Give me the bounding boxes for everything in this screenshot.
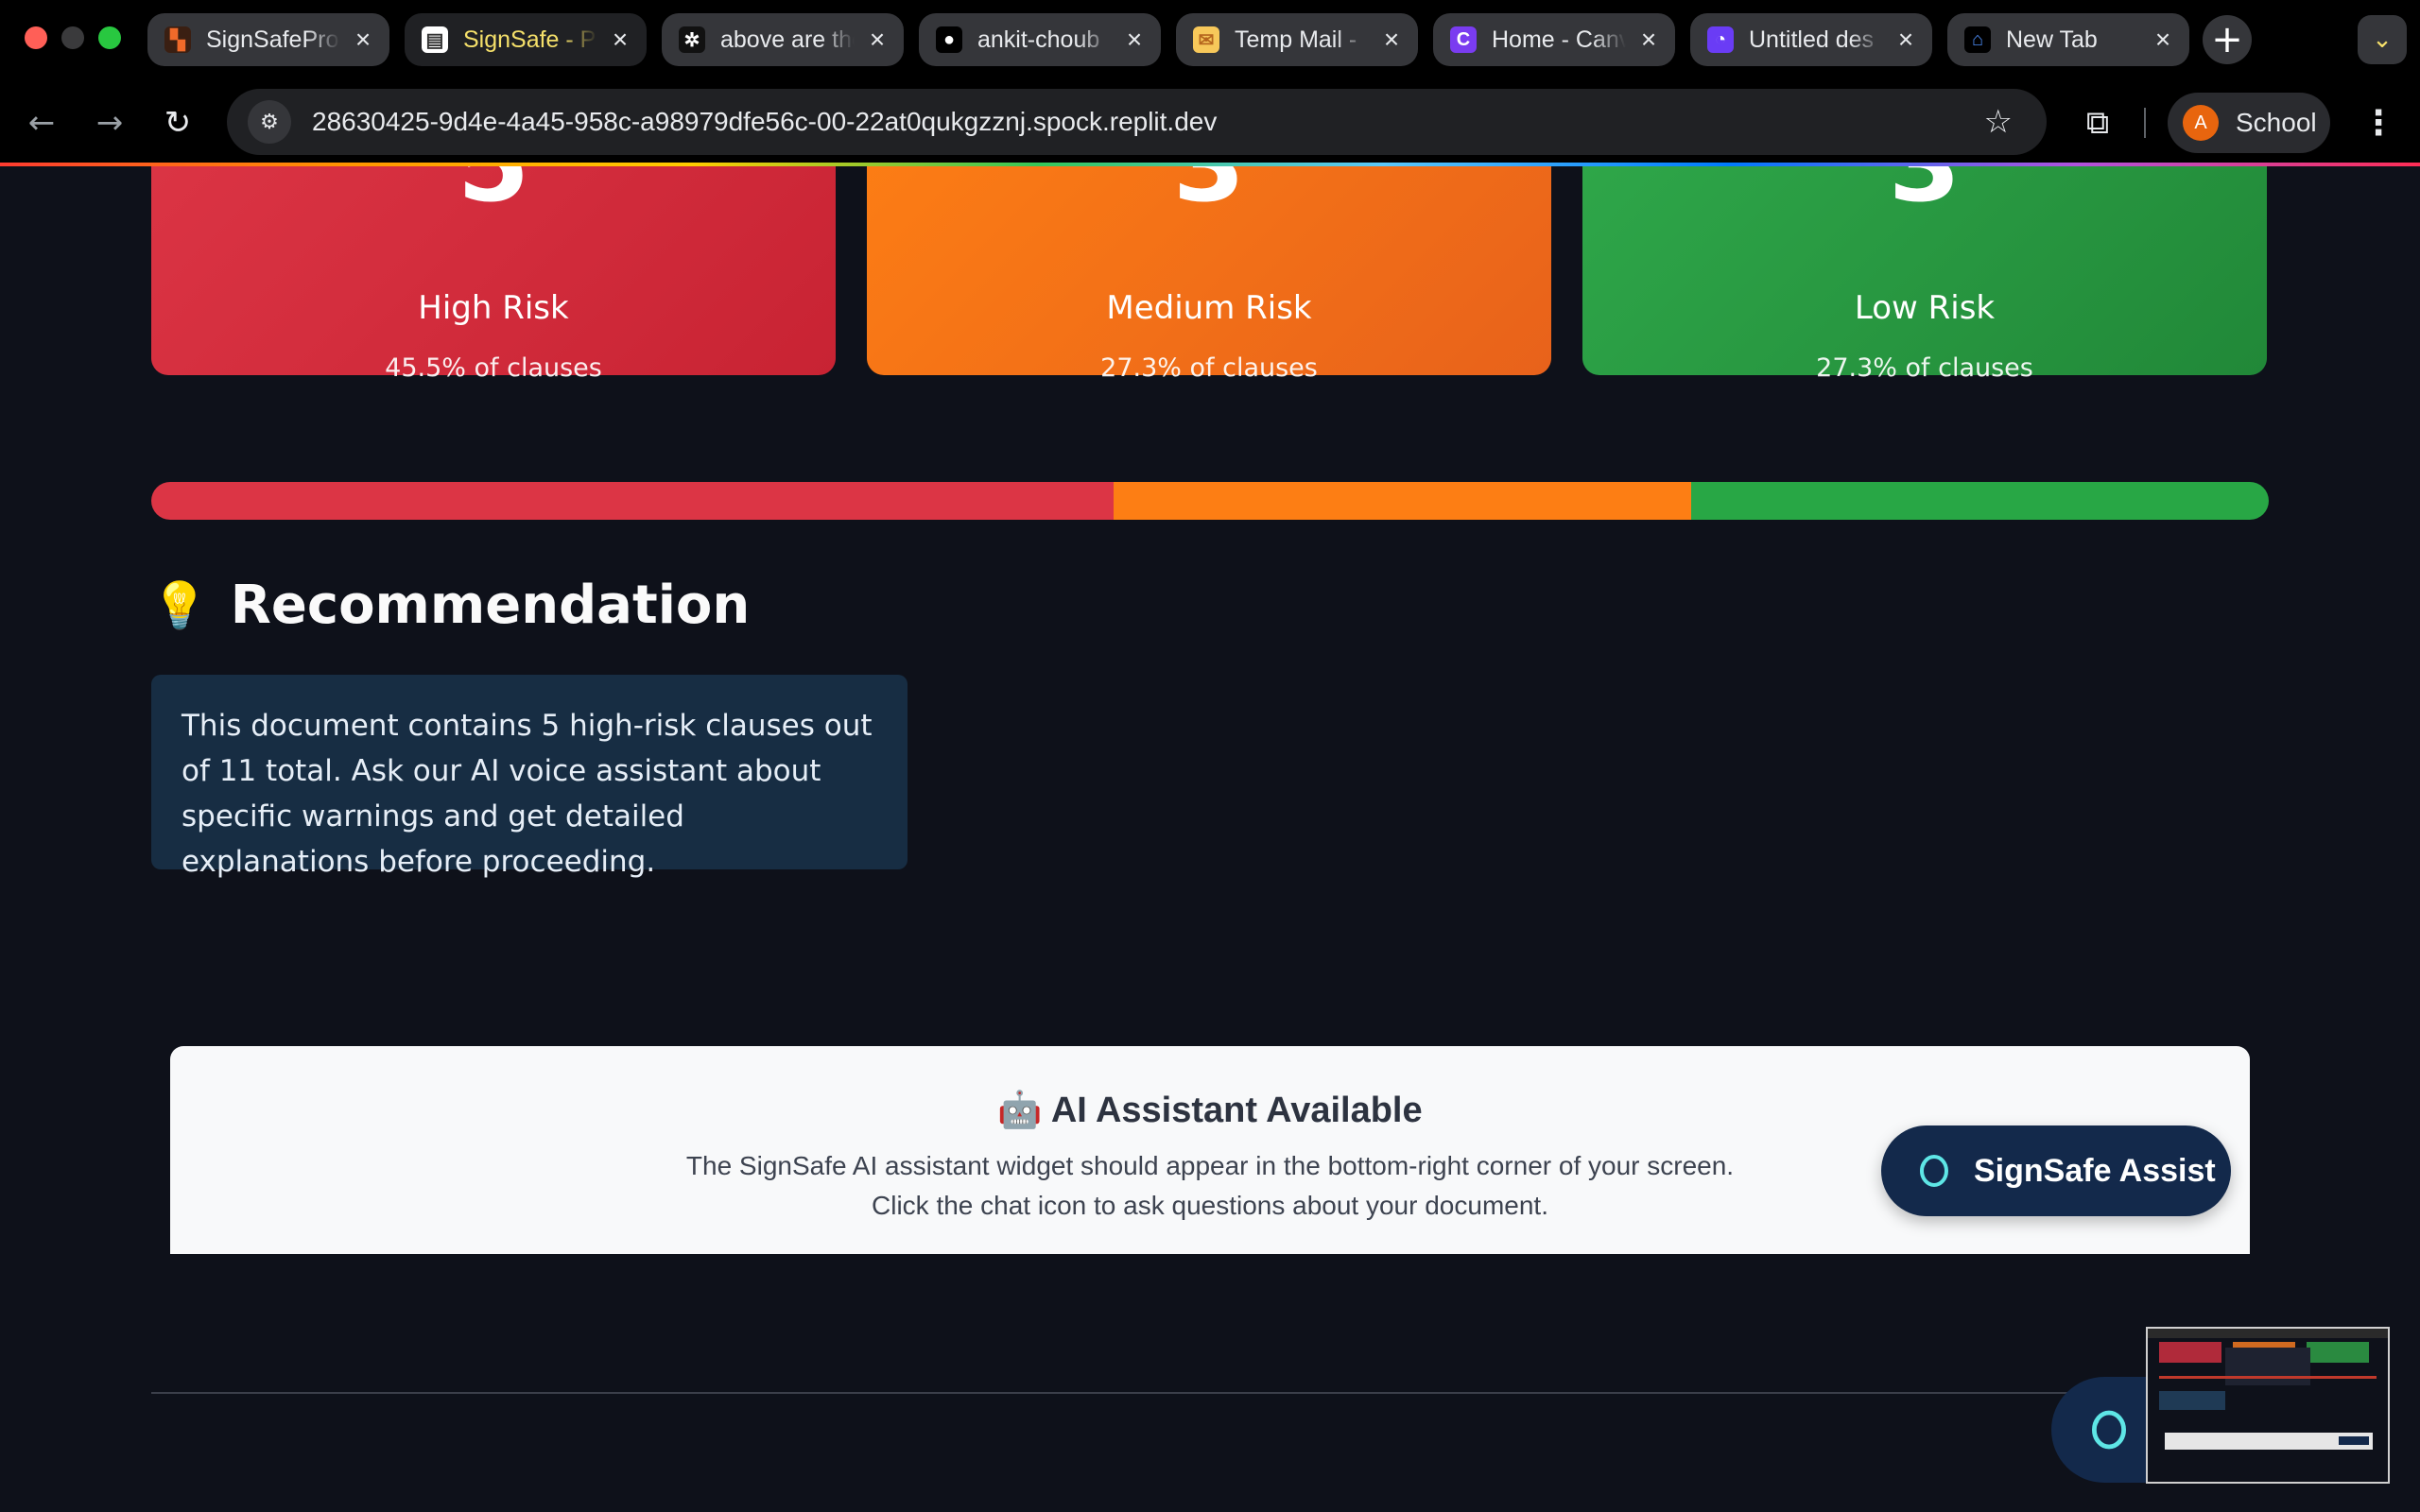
risk-distribution-bar: [151, 482, 2269, 520]
browser-tab[interactable]: C Home - Canv ×: [1433, 13, 1675, 66]
forward-arrow-icon[interactable]: →: [87, 100, 132, 146]
browser-tab[interactable]: ▤ SignSafe - P ×: [405, 13, 647, 66]
tab-title: New Tab: [2006, 26, 2098, 53]
avatar: A: [2183, 105, 2219, 141]
browser-tab[interactable]: ▚ SignSafePro ×: [147, 13, 389, 66]
high-risk-label: High Risk: [418, 289, 569, 327]
tab-close-icon[interactable]: ×: [1893, 25, 1919, 54]
medium-risk-label: Medium Risk: [1106, 289, 1312, 327]
tab-favicon-icon: ▚: [164, 26, 191, 53]
browser-tab[interactable]: ● ankit-choub ×: [919, 13, 1161, 66]
risk-bar-segment-low: [1691, 482, 2269, 520]
screenshot-thumbnail-preview[interactable]: [2146, 1327, 2390, 1484]
tab-title: SignSafe - P: [463, 26, 596, 53]
tab-close-icon[interactable]: ×: [350, 25, 376, 54]
lightbulb-icon: 💡: [151, 579, 208, 632]
site-settings-icon[interactable]: ⚙: [248, 100, 291, 144]
browser-menu-icon[interactable]: ⋮: [2360, 100, 2397, 146]
assistant-logo-icon: [2092, 1410, 2126, 1450]
tab-close-icon[interactable]: ×: [2150, 25, 2176, 54]
recommendation-title: Recommendation: [230, 575, 751, 636]
high-risk-count: 5: [458, 166, 530, 221]
signsafe-assist-button[interactable]: SignSafe Assist: [1881, 1125, 2231, 1216]
high-risk-percent: 45.5% of clauses: [385, 353, 602, 383]
new-tab-button[interactable]: +: [2203, 15, 2252, 64]
signsafe-assist-label: SignSafe Assist: [1974, 1152, 2216, 1189]
profile-button[interactable]: A School: [2168, 93, 2330, 153]
medium-risk-percent: 27.3% of clauses: [1100, 353, 1318, 383]
profile-name: School: [2236, 108, 2317, 137]
low-risk-count: 3: [1889, 166, 1962, 221]
address-bar[interactable]: ⚙ 28630425-9d4e-4a45-958c-a98979dfe56c-0…: [227, 89, 2047, 155]
tab-favicon-icon: ●: [936, 26, 962, 53]
window-minimize-button[interactable]: [61, 26, 84, 49]
tab-close-icon[interactable]: ×: [1378, 25, 1405, 54]
tab-title: Temp Mail -: [1235, 26, 1357, 53]
bookmark-star-icon[interactable]: ☆: [1984, 103, 2013, 141]
risk-bar-segment-high: [151, 482, 1115, 520]
tab-title: ankit-choub: [977, 26, 1100, 53]
browser-tab-strip: ▚ SignSafePro × ▤ SignSafe - P × ✲ above are th…: [0, 0, 2420, 79]
tab-favicon-icon: ✉: [1193, 26, 1219, 53]
recommendation-box: This document contains 5 high-risk claus…: [151, 675, 908, 879]
low-risk-card: 3 Low Risk 27.3% of clauses: [1582, 166, 2267, 383]
tab-title: Home - Canv: [1492, 26, 1626, 53]
medium-risk-count: 3: [1173, 166, 1246, 221]
tab-title: Untitled des: [1749, 26, 1875, 53]
tab-favicon-icon: ◔: [1707, 26, 1734, 53]
tab-close-icon[interactable]: ×: [1635, 25, 1662, 54]
tab-favicon-icon: ⌂: [1964, 26, 1991, 53]
back-arrow-icon[interactable]: ←: [19, 100, 64, 146]
high-risk-card: 5 High Risk 45.5% of clauses: [151, 166, 836, 383]
tab-favicon-icon: C: [1450, 26, 1477, 53]
browser-toolbar: ← → ↻ ⚙ 28630425-9d4e-4a45-958c-a98979df…: [0, 79, 2420, 166]
page-viewport[interactable]: 5 High Risk 45.5% of clauses 3 Medium Ri…: [0, 166, 2420, 1512]
browser-tab[interactable]: ✲ above are the ×: [662, 13, 904, 66]
browser-tab[interactable]: ⌂ New Tab ×: [1947, 13, 2189, 66]
tab-favicon-icon: ✲: [679, 26, 705, 53]
assistant-logo-icon: [1920, 1155, 1948, 1187]
tab-title: above are the: [720, 26, 855, 53]
reload-icon[interactable]: ↻: [155, 100, 200, 146]
window-zoom-button[interactable]: [98, 26, 121, 49]
window-close-button[interactable]: [25, 26, 47, 49]
thumbnail-image: [2148, 1329, 2388, 1450]
extensions-puzzle-icon[interactable]: ⧉: [2075, 100, 2120, 146]
tab-favicon-icon: ▤: [422, 26, 448, 53]
tab-close-icon[interactable]: ×: [1121, 25, 1148, 54]
risk-bar-segment-medium: [1114, 482, 1692, 520]
tab-close-icon[interactable]: ×: [864, 25, 890, 54]
tab-title: SignSafePro: [206, 26, 339, 53]
tab-search-chevron-down-icon[interactable]: ⌄: [2358, 15, 2407, 64]
medium-risk-card: 3 Medium Risk 27.3% of clauses: [867, 166, 1551, 383]
browser-tab[interactable]: ◔ Untitled des ×: [1690, 13, 1932, 66]
tab-close-icon[interactable]: ×: [607, 25, 633, 54]
url-text[interactable]: 28630425-9d4e-4a45-958c-a98979dfe56c-00-…: [312, 107, 1984, 137]
toolbar-divider: [2144, 108, 2146, 138]
browser-tab[interactable]: ✉ Temp Mail - ×: [1176, 13, 1418, 66]
low-risk-percent: 27.3% of clauses: [1816, 353, 2033, 383]
page-divider: [151, 1392, 2269, 1394]
recommendation-heading: 💡 Recommendation: [151, 575, 750, 636]
low-risk-label: Low Risk: [1854, 289, 1996, 327]
